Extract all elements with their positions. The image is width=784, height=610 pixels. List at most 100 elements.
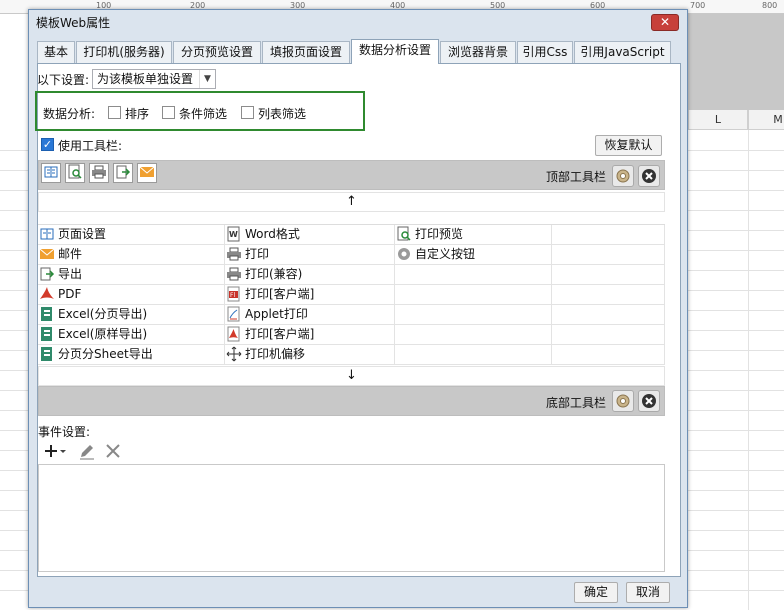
list-item[interactable]: 自定义按钮 <box>395 245 552 265</box>
page-setup-icon[interactable] <box>41 163 61 183</box>
tab-fill-page[interactable]: 填报页面设置 <box>262 41 350 63</box>
settings-select-value: 为该模板单独设置 <box>97 72 194 86</box>
dialog-title: 模板Web属性 <box>36 16 111 30</box>
email-icon <box>39 248 55 259</box>
svg-text:Fl: Fl <box>230 292 235 299</box>
delete-event-button[interactable] <box>104 441 122 461</box>
list-item[interactable]: 导出 <box>38 265 225 285</box>
export-icon[interactable] <box>113 163 133 183</box>
use-toolbar-label: 使用工具栏: <box>58 139 123 153</box>
column-header-l[interactable]: L <box>688 110 748 130</box>
gear-icon <box>616 169 630 183</box>
close-button[interactable]: ✕ <box>651 14 679 31</box>
settings-select[interactable]: 为该模板单独设置 ▼ <box>92 69 216 89</box>
ruler-number: 700 <box>690 1 706 10</box>
remove-icon <box>642 394 656 408</box>
remove-icon <box>642 169 656 183</box>
move-down-button[interactable]: ↓ <box>38 366 665 386</box>
print-preview-icon[interactable] <box>65 163 85 183</box>
email-icon[interactable] <box>137 163 157 183</box>
move-icon <box>226 346 242 361</box>
print-preview-icon <box>397 226 411 241</box>
tab-data-analysis[interactable]: 数据分析设置 <box>351 39 439 64</box>
available-buttons-table: 页面设置 邮件 导出 PDF Excel(分页导出) Excel(原样导出) 分… <box>38 224 665 365</box>
close-icon: ✕ <box>659 15 671 29</box>
condition-filter-label: 条件筛选 <box>179 107 228 121</box>
list-item[interactable]: 打印(兼容) <box>225 265 395 285</box>
excel-icon <box>41 326 52 341</box>
word-icon: W <box>227 226 240 241</box>
pdf-print-icon <box>227 326 240 341</box>
condition-filter-checkbox[interactable] <box>162 106 175 119</box>
list-item[interactable]: 打印机偏移 <box>225 345 395 365</box>
print-icon <box>227 247 241 260</box>
tab-javascript[interactable]: 引用JavaScript <box>574 41 671 63</box>
column-header-m[interactable]: M <box>748 110 784 130</box>
ok-button[interactable]: 确定 <box>574 582 618 603</box>
pdf-icon <box>40 286 54 299</box>
gear-icon <box>398 247 410 260</box>
applet-print-icon <box>227 306 240 321</box>
sheet-gray-area <box>688 14 784 110</box>
list-filter-checkbox[interactable] <box>241 106 254 119</box>
list-item[interactable]: Excel(分页导出) <box>38 305 225 325</box>
empty-cell <box>395 265 552 285</box>
list-item[interactable]: 页面设置 <box>38 225 225 245</box>
empty-cell <box>552 325 665 345</box>
empty-cell <box>395 325 552 345</box>
empty-cell <box>552 245 665 265</box>
arrow-down-icon: ↓ <box>346 368 357 383</box>
list-item[interactable]: Excel(原样导出) <box>38 325 225 345</box>
settings-label: 以下设置: <box>37 73 90 87</box>
cancel-button[interactable]: 取消 <box>626 582 670 603</box>
empty-cell <box>552 345 665 365</box>
list-item[interactable]: 打印 <box>225 245 395 265</box>
arrow-up-icon: ↑ <box>346 194 357 209</box>
event-list[interactable] <box>38 464 665 572</box>
empty-cell <box>395 305 552 325</box>
add-event-button[interactable] <box>42 441 68 461</box>
svg-text:W: W <box>229 230 238 239</box>
list-item[interactable]: 邮件 <box>38 245 225 265</box>
list-item[interactable]: W Word格式 <box>225 225 395 245</box>
top-toolbar-label: 顶部工具栏 <box>546 170 607 184</box>
tab-css[interactable]: 引用Css <box>517 41 573 63</box>
export-icon <box>40 267 55 280</box>
list-item[interactable]: 打印预览 <box>395 225 552 245</box>
pencil-icon <box>80 445 94 460</box>
excel-icon <box>41 306 52 321</box>
top-toolbar-settings-button[interactable] <box>612 165 634 187</box>
flash-print-icon: Fl <box>227 286 240 301</box>
sort-checkbox[interactable] <box>108 106 121 119</box>
event-settings-label: 事件设置: <box>38 425 91 439</box>
empty-cell <box>552 265 665 285</box>
close-icon <box>106 444 120 458</box>
empty-cell <box>395 285 552 305</box>
tab-basic[interactable]: 基本 <box>37 41 75 63</box>
analysis-label: 数据分析: <box>43 107 96 121</box>
check-icon: ✓ <box>42 138 53 151</box>
move-up-button[interactable]: ↑ <box>38 192 665 212</box>
list-item[interactable]: Applet打印 <box>225 305 395 325</box>
top-toolbar-remove-button[interactable] <box>638 165 660 187</box>
list-item[interactable]: Fl 打印[客户端] <box>225 285 395 305</box>
bottom-toolbar-remove-button[interactable] <box>638 390 660 412</box>
list-item[interactable]: PDF <box>38 285 225 305</box>
print-icon[interactable] <box>89 163 109 183</box>
bottom-toolbar-settings-button[interactable] <box>612 390 634 412</box>
list-item[interactable]: 分页分Sheet导出 <box>38 345 225 365</box>
ruler-number: 800 <box>762 1 778 10</box>
tab-printer-server[interactable]: 打印机(服务器) <box>76 41 172 63</box>
edit-event-button[interactable] <box>78 441 96 461</box>
empty-cell <box>552 225 665 245</box>
chevron-down-icon: ▼ <box>199 70 215 88</box>
empty-cell <box>552 285 665 305</box>
empty-cell <box>552 305 665 325</box>
tab-browser-background[interactable]: 浏览器背景 <box>440 41 516 63</box>
restore-default-button[interactable]: 恢复默认 <box>595 135 662 156</box>
list-item[interactable]: 打印[客户端] <box>225 325 395 345</box>
tab-page-preview[interactable]: 分页预览设置 <box>173 41 261 63</box>
page-setup-icon <box>40 228 54 239</box>
use-toolbar-checkbox[interactable]: ✓ <box>41 138 54 151</box>
plus-icon <box>45 445 66 457</box>
